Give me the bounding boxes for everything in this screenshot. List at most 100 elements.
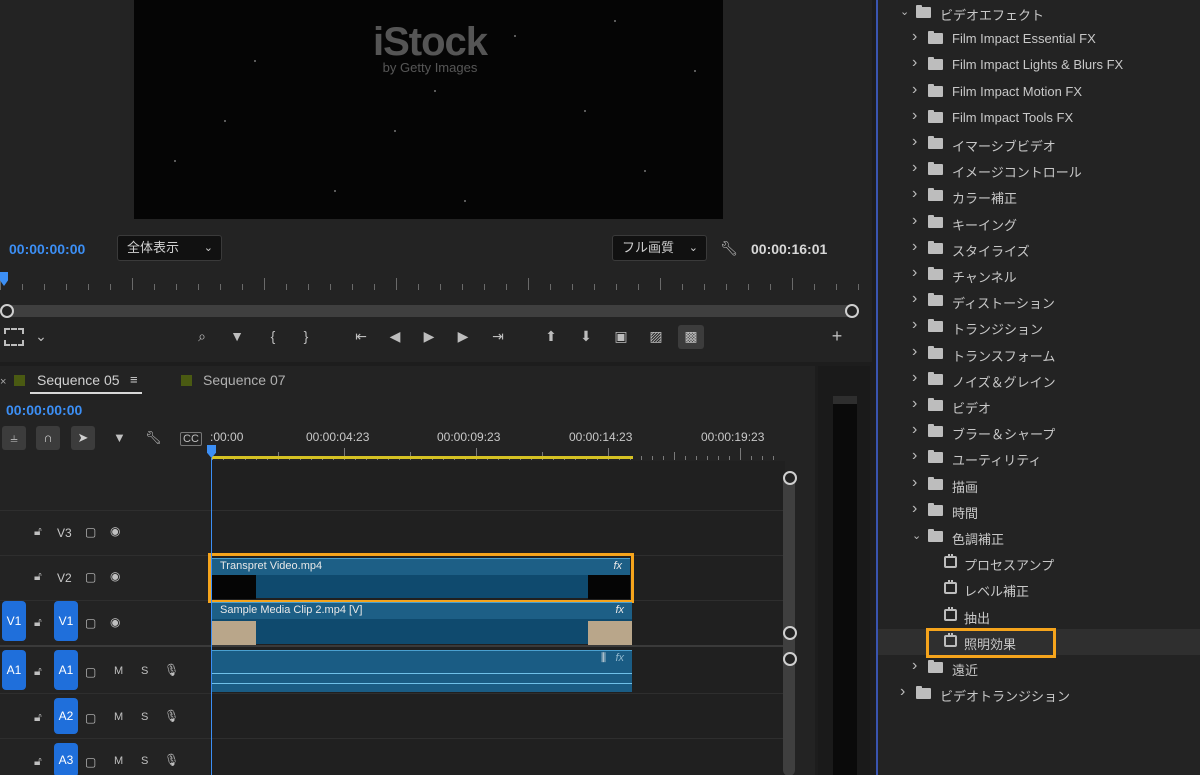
- wrench-icon[interactable]: 🔧︎: [720, 240, 738, 256]
- effect-folder-11[interactable]: › ディストーション: [878, 288, 1200, 314]
- source-patch-v1[interactable]: V1: [2, 601, 26, 641]
- mute-button[interactable]: M: [114, 711, 123, 723]
- video-preview[interactable]: iStock by Getty Images: [134, 0, 723, 219]
- scroll-handle[interactable]: [783, 652, 797, 666]
- chevron-right-icon[interactable]: ›: [912, 107, 917, 125]
- chevron-right-icon[interactable]: ›: [912, 133, 917, 151]
- solo-button[interactable]: S: [141, 711, 148, 723]
- chevron-right-icon[interactable]: ›: [912, 264, 917, 282]
- effect-folder-7[interactable]: › カラー補正: [878, 183, 1200, 209]
- tab-sequence-05[interactable]: Sequence 05: [37, 372, 120, 388]
- chevron-right-icon[interactable]: ›: [912, 81, 917, 99]
- effect-folder-13[interactable]: › トランスフォーム: [878, 341, 1200, 367]
- track-target-v1[interactable]: V1: [54, 601, 78, 641]
- chevron-right-icon[interactable]: ›: [912, 316, 917, 334]
- chevron-right-icon[interactable]: ›: [912, 657, 917, 675]
- sync-lock-icon[interactable]: ▢: [85, 711, 96, 725]
- chevron-down-icon[interactable]: ⌄: [30, 328, 52, 346]
- linked-selection-icon[interactable]: ➤: [71, 426, 95, 450]
- mute-button[interactable]: M: [114, 755, 123, 767]
- lock-icon[interactable]: 🔓︎: [34, 710, 42, 725]
- comparison-view-icon[interactable]: ▨: [645, 328, 667, 346]
- chevron-right-icon[interactable]: ›: [912, 500, 917, 518]
- track-target-a3[interactable]: A3: [54, 743, 78, 775]
- tab-menu-icon[interactable]: ≡: [130, 372, 138, 387]
- effect-folder-16[interactable]: › ブラー＆シャープ: [878, 419, 1200, 445]
- marker-icon[interactable]: ▼: [226, 328, 248, 346]
- effect-item-23[interactable]: 抽出: [878, 603, 1200, 629]
- sync-lock-icon[interactable]: ▢: [85, 570, 96, 584]
- eye-icon[interactable]: ◉: [110, 524, 120, 538]
- effect-folder-9[interactable]: › スタイライズ: [878, 236, 1200, 262]
- chevron-right-icon[interactable]: ›: [912, 447, 917, 465]
- chevron-right-icon[interactable]: ›: [912, 474, 917, 492]
- effect-folder-8[interactable]: › キーイング: [878, 210, 1200, 236]
- proxy-toggle-button[interactable]: ▩: [678, 325, 704, 349]
- effect-folder-2[interactable]: › Film Impact Lights & Blurs FX: [878, 52, 1200, 78]
- mark-in-icon[interactable]: {: [262, 328, 284, 346]
- chevron-right-icon[interactable]: ›: [912, 212, 917, 230]
- tab-sequence-07[interactable]: Sequence 07: [203, 372, 286, 388]
- chevron-right-icon[interactable]: ›: [912, 54, 917, 72]
- chevron-right-icon[interactable]: ›: [912, 290, 917, 308]
- captions-icon[interactable]: CC: [180, 432, 202, 446]
- chevron-right-icon[interactable]: ›: [912, 369, 917, 387]
- track-target-a1[interactable]: A1: [54, 650, 78, 690]
- sync-lock-icon[interactable]: ▢: [85, 755, 96, 769]
- play-icon[interactable]: ▶︎: [418, 328, 440, 346]
- lock-icon[interactable]: 🔓︎: [34, 615, 42, 630]
- fit-dropdown[interactable]: 全体表示 ⌄: [117, 235, 222, 261]
- mark-out-icon[interactable]: }: [295, 328, 317, 346]
- chevron-right-icon[interactable]: ›: [900, 683, 905, 701]
- solo-button[interactable]: S: [141, 665, 148, 677]
- effect-folder-10[interactable]: › チャンネル: [878, 262, 1200, 288]
- chevron-right-icon[interactable]: ›: [912, 395, 917, 413]
- lock-icon[interactable]: 🔓︎: [34, 524, 42, 539]
- effect-folder-5[interactable]: › イマーシブビデオ: [878, 131, 1200, 157]
- effect-folder-3[interactable]: › Film Impact Motion FX: [878, 79, 1200, 105]
- effect-folder-26[interactable]: › ビデオトランジション: [878, 681, 1200, 707]
- fx-badge[interactable]: fx: [615, 652, 624, 664]
- lock-icon[interactable]: 🔓︎: [34, 664, 42, 679]
- clip-a1-audio[interactable]: fx ⫼: [212, 650, 632, 692]
- step-forward-icon[interactable]: ▶︎: [452, 328, 474, 346]
- monitor-zoom-scrollbar[interactable]: [4, 305, 854, 317]
- zoom-handle-right[interactable]: [845, 304, 859, 318]
- effect-folder-20[interactable]: ⌄ 色調補正: [878, 524, 1200, 550]
- chevron-right-icon[interactable]: ›: [912, 28, 917, 46]
- monitor-current-timecode[interactable]: 00:00:00:00: [9, 241, 85, 257]
- extract-icon[interactable]: ⬇︎: [575, 328, 597, 346]
- eye-icon[interactable]: ◉: [110, 569, 120, 583]
- lock-icon[interactable]: 🔓︎: [34, 569, 42, 584]
- close-icon[interactable]: ×: [0, 376, 6, 388]
- effect-folder-14[interactable]: › ノイズ＆グレイン: [878, 367, 1200, 393]
- effect-folder-4[interactable]: › Film Impact Tools FX: [878, 105, 1200, 131]
- add-marker-icon[interactable]: ▼: [113, 430, 126, 445]
- go-to-out-icon[interactable]: ⇥: [487, 328, 509, 346]
- lift-icon[interactable]: ⬆︎: [540, 328, 562, 346]
- effect-folder-0[interactable]: ⌄ ビデオエフェクト: [878, 0, 1200, 26]
- effect-folder-1[interactable]: › Film Impact Essential FX: [878, 26, 1200, 52]
- solo-button[interactable]: S: [141, 755, 148, 767]
- add-button-icon[interactable]: +: [826, 327, 848, 346]
- effect-folder-15[interactable]: › ビデオ: [878, 393, 1200, 419]
- effect-folder-6[interactable]: › イメージコントロール: [878, 157, 1200, 183]
- mute-button[interactable]: M: [114, 665, 123, 677]
- timeline-current-timecode[interactable]: 00:00:00:00: [6, 402, 82, 418]
- fx-badge[interactable]: fx: [615, 604, 624, 616]
- monitor-time-ruler[interactable]: [0, 276, 860, 290]
- effect-folder-19[interactable]: › 時間: [878, 498, 1200, 524]
- chevron-right-icon[interactable]: ›: [912, 238, 917, 256]
- add-marker-search-icon[interactable]: ⌕: [191, 328, 213, 346]
- sync-lock-icon[interactable]: ▢: [85, 616, 96, 630]
- scroll-handle[interactable]: [783, 626, 797, 640]
- camera-icon[interactable]: ▣: [610, 328, 632, 346]
- effect-folder-12[interactable]: › トランジション: [878, 314, 1200, 340]
- microphone-icon[interactable]: 🎙︎: [164, 663, 179, 677]
- timeline-settings-wrench-icon[interactable]: 🔧︎: [145, 430, 162, 446]
- insert-overwrite-sequences-icon[interactable]: ⫨: [2, 426, 26, 450]
- quality-dropdown[interactable]: フル画質 ⌄: [612, 235, 707, 261]
- microphone-icon[interactable]: 🎙︎: [164, 753, 179, 767]
- sync-lock-icon[interactable]: ▢: [85, 525, 96, 539]
- effect-folder-17[interactable]: › ユーティリティ: [878, 445, 1200, 471]
